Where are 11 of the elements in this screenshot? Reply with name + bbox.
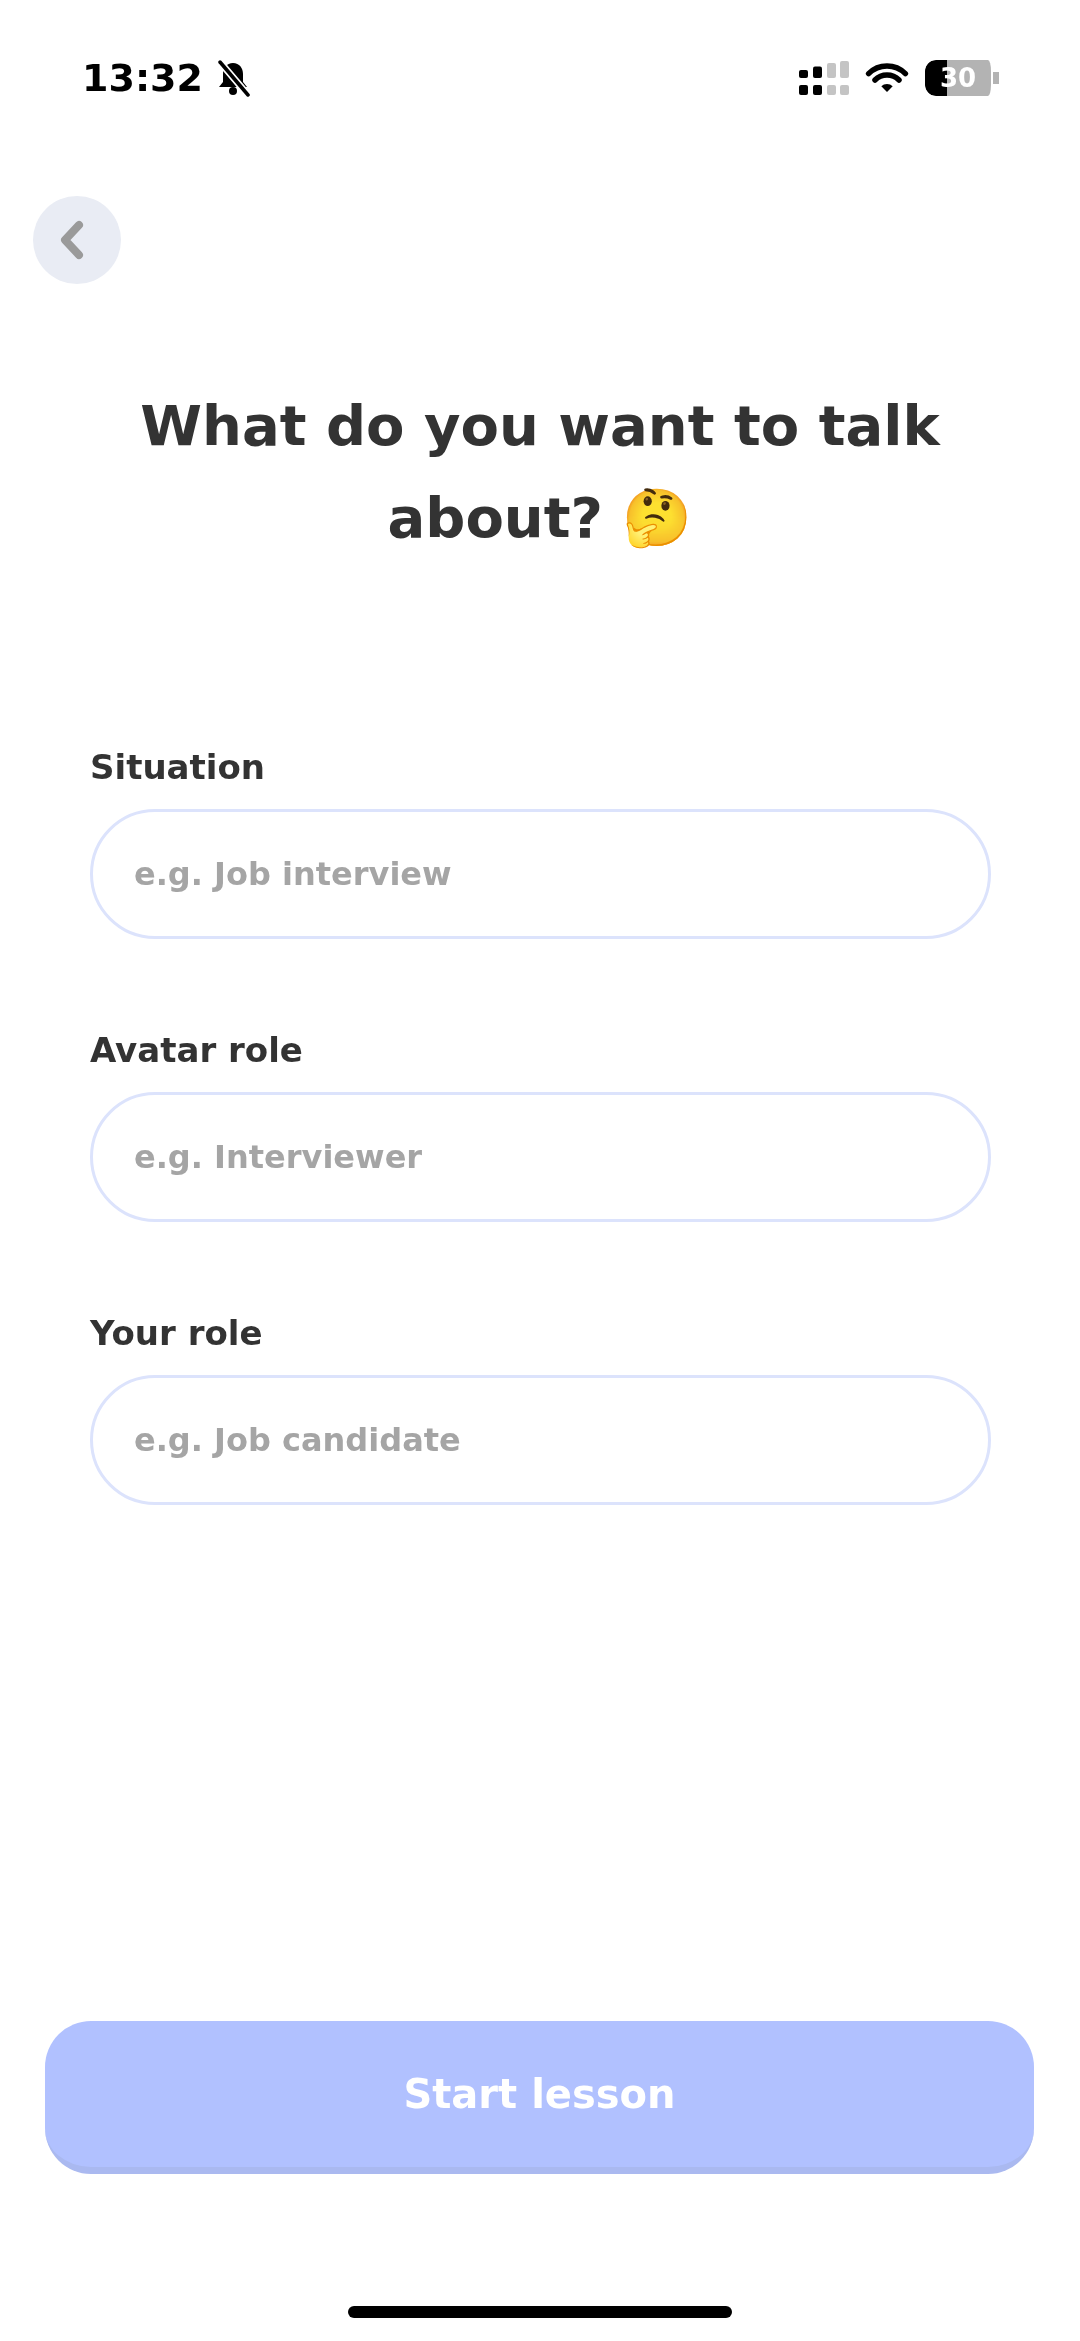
signal-icon <box>799 60 849 96</box>
chevron-left-icon <box>59 220 85 260</box>
field-label: Situation <box>90 746 266 789</box>
screen-title: What do you want to talk about? 🤔 <box>139 392 942 552</box>
text-field[interactable]: e.g. Interviewer <box>90 1092 991 1222</box>
text-field[interactable]: e.g. Job interview <box>90 809 991 939</box>
field-label: Your role <box>90 1312 264 1355</box>
status-time: 13:32 <box>82 56 203 100</box>
wifi-icon <box>865 62 909 94</box>
text-field[interactable]: e.g. Job candidate <box>90 1375 991 1505</box>
field-label: Avatar role <box>90 1029 304 1072</box>
